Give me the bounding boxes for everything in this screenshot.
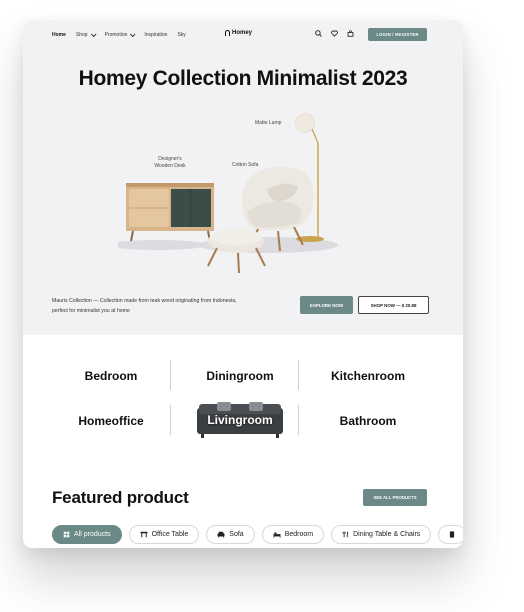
chevron-down-icon — [130, 31, 136, 38]
brand-name: Homey — [232, 30, 253, 36]
category-kitchenroom[interactable]: Kitchenroom — [309, 369, 427, 383]
filter-chip-label: Dining Table & Chairs — [353, 531, 421, 538]
bed-icon — [273, 532, 281, 538]
filter-chip-bedroom[interactable]: Bedroom — [261, 525, 325, 544]
hero-furniture-image — [118, 113, 338, 274]
nav-item-label: Promotion — [104, 32, 128, 38]
hero-section: Home Shop Promotion Inspiration Sky Home… — [23, 20, 463, 335]
shop-now-button[interactable]: SHOP NOW — $ 20.88 — [358, 296, 429, 314]
filter-chip-more[interactable] — [438, 525, 463, 544]
search-icon[interactable] — [315, 30, 322, 37]
sofa-icon — [217, 531, 225, 538]
device-icon — [450, 531, 455, 538]
filter-chip-label: Sofa — [229, 531, 244, 538]
browser-frame: Home Shop Promotion Inspiration Sky Home… — [23, 20, 463, 548]
filter-chip-label: All products — [74, 531, 111, 538]
house-icon — [225, 30, 230, 36]
nav-item-label: Shop — [75, 32, 88, 38]
filter-chip-office-table[interactable]: Office Table — [128, 525, 200, 544]
nav-links: Home Shop Promotion Inspiration Sky — [52, 31, 186, 38]
nav-item-shop[interactable]: Shop — [75, 31, 97, 38]
filter-chip-dining[interactable]: Dining Table & Chairs — [331, 525, 432, 544]
desk-label: Designer's Wooden Desk — [154, 156, 186, 169]
category-bathroom[interactable]: Bathroom — [309, 414, 427, 428]
category-divider — [170, 405, 171, 435]
nav-item-sky[interactable]: Sky — [177, 32, 185, 38]
chevron-down-icon — [90, 31, 97, 38]
filter-chip-sofa[interactable]: Sofa — [206, 525, 255, 544]
category-diningroom[interactable]: Diningroom — [181, 369, 299, 383]
brand-logo[interactable]: Homey — [225, 30, 252, 36]
shopping-bag-icon[interactable] — [347, 30, 354, 37]
top-navigation: Home Shop Promotion Inspiration Sky Home… — [23, 26, 463, 46]
nav-item-label: Inspiration — [144, 32, 168, 38]
filter-chip-label: Office Table — [151, 531, 189, 538]
category-divider — [170, 360, 171, 390]
category-divider — [298, 360, 299, 390]
filter-chip-label: Bedroom — [284, 531, 314, 538]
table-icon — [140, 531, 148, 538]
dining-icon — [342, 531, 349, 538]
nav-item-label: Home — [52, 32, 66, 38]
category-homeoffice[interactable]: Homeoffice — [52, 414, 170, 428]
nav-icons — [315, 30, 354, 37]
featured-product-heading: Featured product — [52, 488, 189, 507]
heart-icon[interactable] — [331, 30, 338, 37]
nav-item-label: Sky — [177, 32, 186, 38]
login-register-button[interactable]: LOGIN / REGISTER — [368, 28, 427, 41]
see-all-products-button[interactable]: SEE ALL PRODUCTS — [363, 489, 427, 506]
category-divider — [298, 405, 299, 435]
hero-title: Homey Collection Minimalist 2023 — [78, 67, 408, 90]
nav-item-inspiration[interactable]: Inspiration — [144, 32, 167, 38]
nav-item-home[interactable]: Home — [52, 32, 66, 38]
category-livingroom[interactable]: Livingroom — [197, 413, 283, 427]
lamp-label: Matte Lamp — [255, 120, 282, 126]
nav-item-promotion[interactable]: Promotion — [104, 31, 136, 38]
filter-chip-all-products[interactable]: All products — [52, 525, 122, 544]
explore-now-button[interactable]: EXPLORE NOW — [300, 296, 353, 314]
hero-description: Mauris Collection — Collection made from… — [52, 298, 237, 314]
grid-icon — [63, 531, 70, 538]
product-filter-chips: All products Office Table Sofa Bedroom D… — [52, 525, 463, 544]
sofa-label: Cotton Sofa — [232, 162, 259, 168]
category-bedroom[interactable]: Bedroom — [52, 369, 170, 383]
